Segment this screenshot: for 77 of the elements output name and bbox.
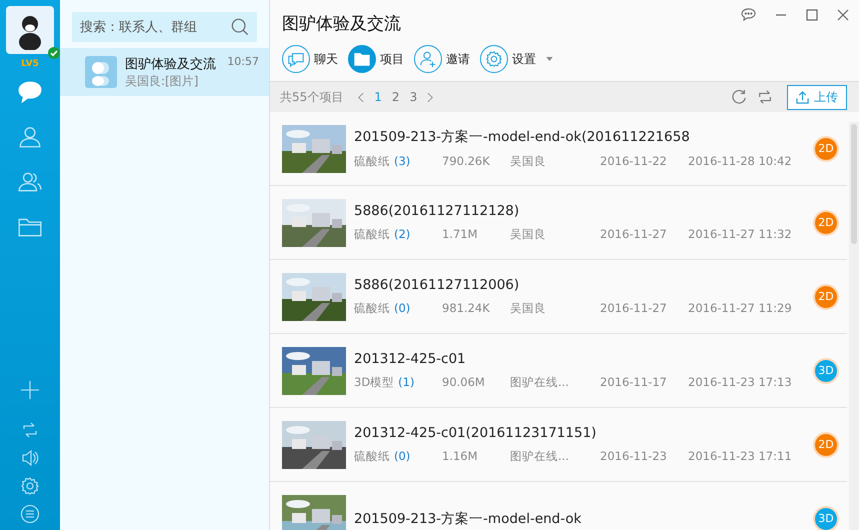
speaker-icon[interactable]: [20, 448, 40, 468]
type-badge: 3D: [815, 360, 837, 382]
project-type: 硫酸纸: [354, 449, 390, 464]
close-icon[interactable]: [837, 8, 849, 20]
type-badge: 2D: [815, 212, 837, 234]
chat-bubble-icon: [282, 45, 310, 73]
owner-name: 吴国良: [510, 154, 547, 169]
maximize-icon[interactable]: [806, 8, 818, 20]
sheet-count: (3): [394, 154, 410, 169]
owner-name: 图驴在线...: [510, 375, 570, 390]
settings-icon[interactable]: [20, 476, 40, 496]
file-size: 1.71M: [442, 227, 479, 242]
type-badge: 2D: [815, 286, 837, 308]
owner-name: 吴国良: [510, 301, 547, 316]
project-title: 201312-425-c01(20161123171151): [354, 425, 596, 441]
conversation-name: 图驴体验及交流: [125, 56, 216, 72]
contact-nav-icon[interactable]: [17, 124, 43, 150]
project-title: 201509-213-方案一-model-end-ok(201611221658: [354, 129, 690, 145]
created-date: 2016-11-23: [600, 449, 668, 464]
created-date: 2016-11-27: [600, 227, 668, 242]
conversation-preview: 吴国良:[图片]: [125, 74, 198, 88]
created-date: 2016-11-27: [600, 301, 668, 316]
gear-icon: [480, 45, 508, 73]
modified-time: 2016-11-23 17:13: [688, 375, 792, 390]
next-page-icon[interactable]: [427, 92, 434, 102]
toolbar-button[interactable]: 项目: [348, 45, 404, 73]
group-avatar-icon: [85, 56, 117, 88]
project-title: 201312-425-c01: [354, 351, 466, 367]
conversation-item[interactable]: 图驴体验及交流 10:57 吴国良:[图片]: [60, 48, 269, 96]
project-type: 硫酸纸: [354, 227, 390, 242]
modified-time: 2016-11-28 10:42: [688, 154, 792, 169]
feedback-icon[interactable]: [741, 8, 756, 21]
sheet-count: (0): [394, 301, 410, 316]
search-icon[interactable]: [231, 18, 249, 36]
conversation-time: 10:57: [227, 54, 259, 70]
project-title: 5886(20161127112128): [354, 203, 520, 219]
chat-nav-icon[interactable]: [17, 79, 43, 105]
file-size: 790.26K: [442, 154, 491, 169]
add-user-icon: [414, 45, 442, 73]
modified-time: 2016-11-27 11:29: [688, 301, 792, 316]
sheet-count: (2): [394, 227, 410, 242]
project-title: 201509-213-方案一-model-end-ok: [354, 510, 582, 526]
created-date: 2016-11-22: [600, 154, 668, 169]
file-size: 90.06M: [442, 375, 486, 390]
toolbar-button[interactable]: 设置: [480, 45, 553, 73]
type-badge: 3D: [815, 508, 837, 530]
modified-time: 2016-11-23 17:11: [688, 449, 792, 464]
sheet-count: (0): [394, 449, 410, 464]
type-badge: 2D: [815, 138, 837, 160]
add-icon[interactable]: [20, 380, 40, 400]
project-type: 硫酸纸: [354, 154, 390, 169]
previous-page-icon[interactable]: [357, 92, 364, 102]
item-count: 共55个项目: [280, 88, 344, 106]
sheet-count: (1): [398, 375, 414, 390]
refresh-icon[interactable]: [731, 89, 747, 105]
page-link[interactable]: 2: [392, 90, 400, 104]
menu-icon[interactable]: [20, 504, 40, 524]
level-label: LV5: [21, 59, 39, 69]
owner-name: 吴国良: [510, 227, 547, 242]
chat-title: 图驴体验及交流: [282, 13, 401, 35]
avatar[interactable]: [6, 6, 54, 54]
toolbar-button[interactable]: 聊天: [282, 45, 338, 73]
file-size: 981.24K: [442, 301, 491, 316]
project-type: 3D模型: [354, 375, 394, 390]
type-badge: 2D: [815, 434, 837, 456]
project-title: 5886(20161127112006): [354, 277, 520, 293]
folder-icon: [348, 45, 376, 73]
project-type: 硫酸纸: [354, 301, 390, 316]
toolbar-button[interactable]: 邀请: [414, 45, 470, 73]
upload-icon: [796, 90, 809, 104]
created-date: 2016-11-17: [600, 375, 668, 390]
modified-time: 2016-11-27 11:32: [688, 227, 792, 242]
file-size: 1.16M: [442, 449, 479, 464]
owner-name: 图驴在线...: [510, 449, 570, 464]
page-link[interactable]: 3: [410, 90, 418, 104]
search-field[interactable]: 搜索：联系人、群组: [72, 12, 257, 42]
sync-icon[interactable]: [757, 89, 773, 105]
